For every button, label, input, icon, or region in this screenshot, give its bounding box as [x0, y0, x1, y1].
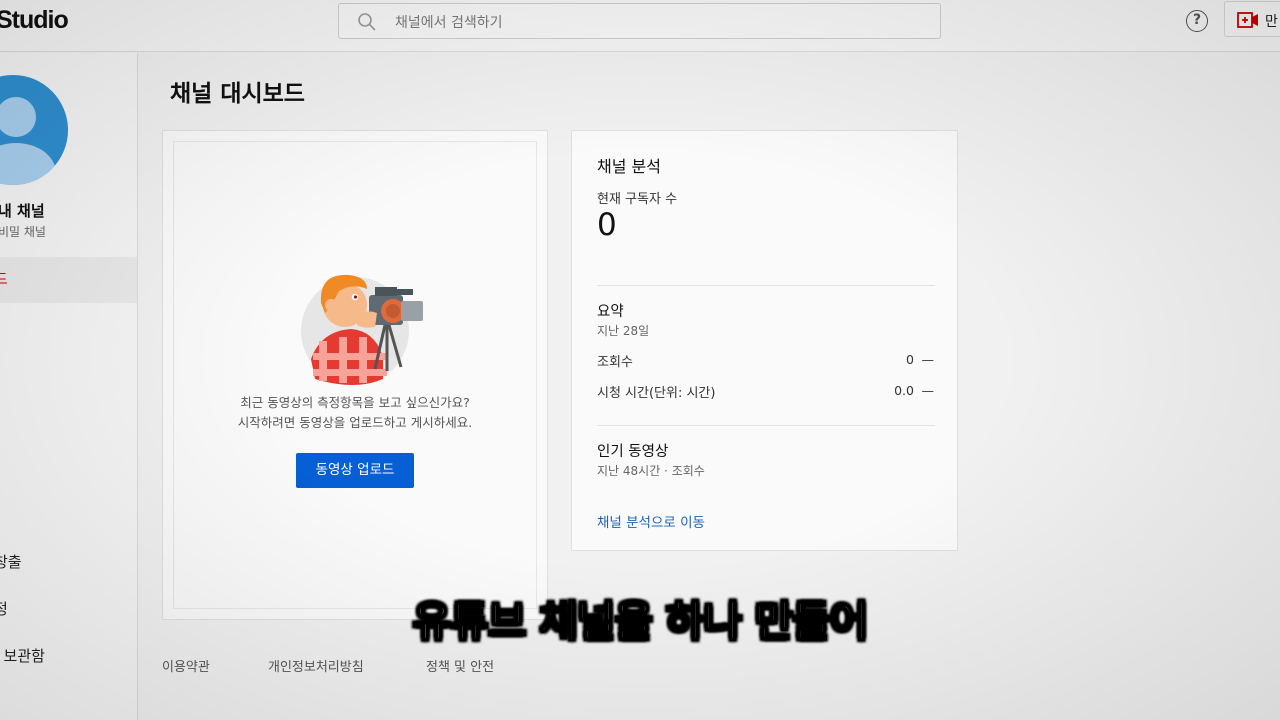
channel-name: 내 채널 — [0, 202, 45, 220]
channel-avatar[interactable] — [0, 75, 68, 185]
analytics-title: 채널 분석 — [597, 157, 661, 176]
policy-link[interactable]: 정책 및 안전 — [426, 656, 494, 675]
summary-period: 지난 28일 — [597, 324, 650, 338]
subscribers-label: 현재 구독자 수 — [597, 192, 678, 207]
channel-analytics-card: 채널 분석 현재 구독자 수 0 요약 지난 28일 조회수 0 — 시청 시간… — [571, 130, 958, 551]
studio-logo[interactable]: Studio — [0, 6, 69, 35]
top-videos-subtitle: 지난 48시간 · 조회수 — [597, 464, 705, 478]
watch-time-trend: — — [921, 383, 935, 398]
upload-promo-text: 최근 동영상의 측정항목을 보고 싶으신가요? 시작하려면 동영상을 업로드하고… — [163, 393, 547, 433]
search-input[interactable]: 채널에서 검색하기 — [338, 3, 941, 39]
sidebar-item-monetization[interactable]: 창출 — [0, 551, 22, 572]
upload-promo-line-1: 최근 동영상의 측정항목을 보고 싶으신가요? — [240, 395, 470, 410]
top-videos-title: 인기 동영상 — [597, 444, 669, 460]
views-label: 조회수 — [597, 355, 633, 370]
top-bar: Studio 채널에서 검색하기 ? 만 — [0, 0, 1280, 52]
search-icon — [357, 12, 377, 36]
page-title: 채널 대시보드 — [170, 81, 305, 107]
avatar-body — [0, 143, 56, 185]
views-trend: — — [921, 352, 935, 367]
watch-time-label: 시청 시간(단위: 시간) — [597, 386, 716, 401]
sidebar-item-dashboard[interactable]: 드 — [0, 268, 8, 289]
upload-promo-line-2: 시작하려면 동영상을 업로드하고 게시하세요. — [237, 415, 473, 430]
create-video-icon — [1237, 12, 1259, 32]
privacy-link[interactable]: 개인정보처리방침 — [268, 656, 364, 675]
search-placeholder: 채널에서 검색하기 — [395, 15, 503, 31]
create-label: 만 — [1265, 14, 1278, 30]
divider — [597, 425, 935, 426]
video-caption: 유튜브 채널을 하나 만들어 — [412, 596, 870, 647]
terms-link[interactable]: 이용약관 — [162, 656, 210, 675]
divider — [597, 285, 935, 286]
avatar-head — [0, 97, 36, 137]
camera-person-illustration — [301, 269, 431, 391]
views-value: 0 — [906, 352, 914, 367]
upload-video-button[interactable]: 동영상 업로드 — [296, 453, 414, 488]
go-to-analytics-link[interactable]: 채널 분석으로 이동 — [597, 511, 705, 531]
create-button[interactable]: 만 — [1224, 1, 1280, 37]
sidebar-item-dashboard-highlight — [0, 257, 137, 303]
watch-time-value: 0.0 — [894, 383, 914, 398]
subscribers-value: 0 — [597, 207, 617, 243]
channel-subtitle: 비밀 채널 — [0, 225, 46, 239]
summary-title: 요약 — [597, 304, 624, 320]
upload-promo-card: 최근 동영상의 측정항목을 보고 싶으신가요? 시작하려면 동영상을 업로드하고… — [162, 130, 548, 620]
help-icon[interactable]: ? — [1186, 10, 1208, 32]
